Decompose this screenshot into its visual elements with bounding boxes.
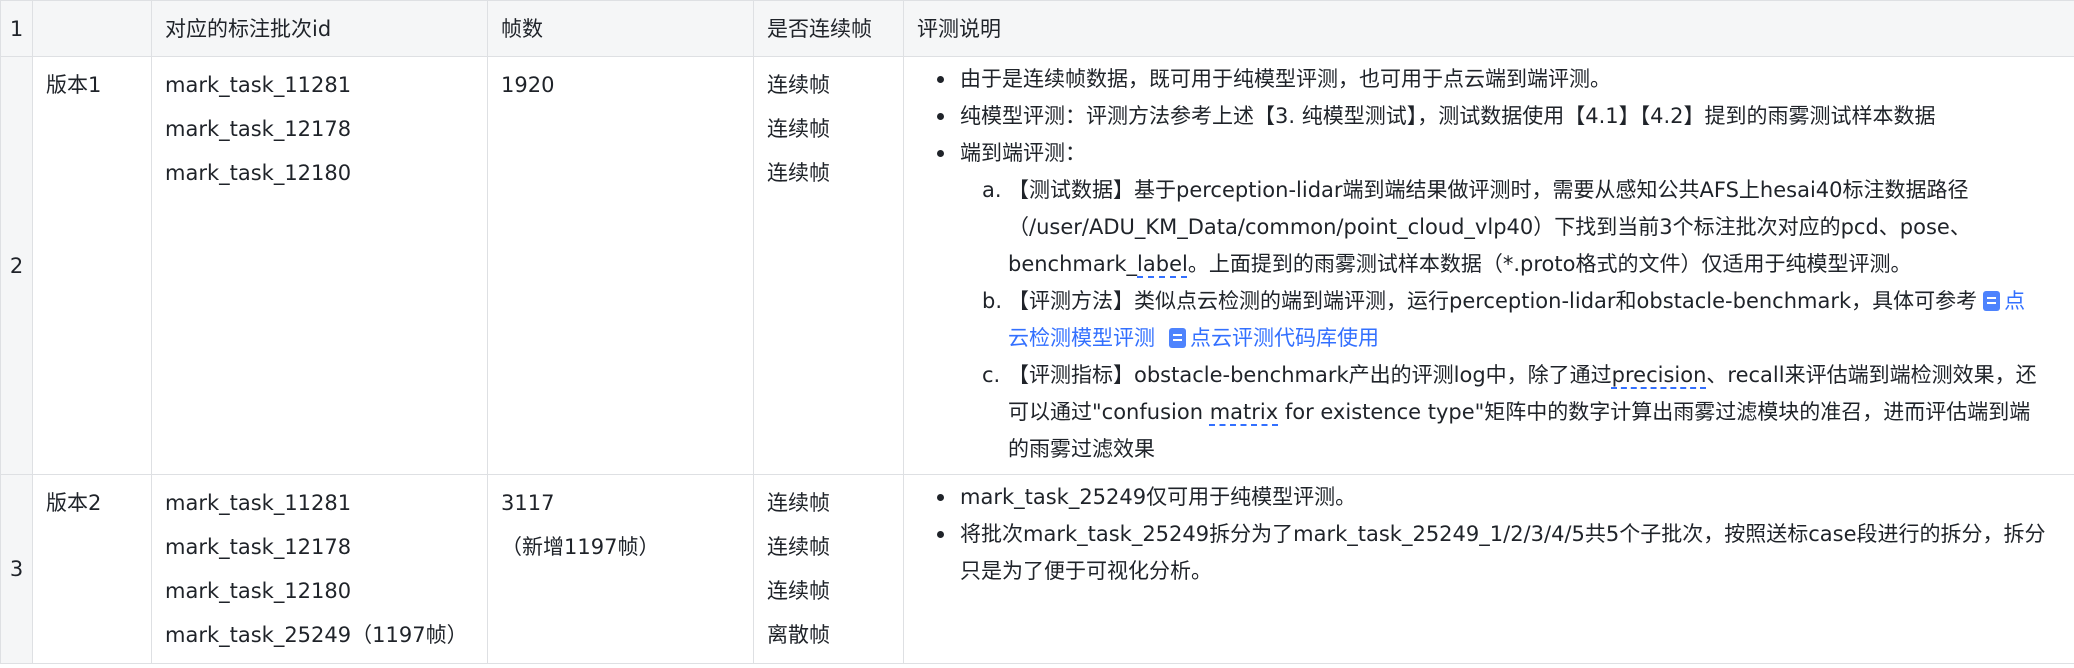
header-row: 1 对应的标注批次id 帧数 是否连续帧 评测说明 xyxy=(0,0,2074,57)
row-number[interactable]: 1 xyxy=(0,0,33,57)
spellcheck-word: precision xyxy=(1611,363,1707,387)
text-line: 可以通过"confusion matrix for existence type… xyxy=(1008,394,2060,431)
doc-link-point-cloud-eval[interactable]: 云检测模型评测 xyxy=(1008,326,1155,350)
row-number[interactable]: 3 xyxy=(0,474,33,664)
header-batch-id[interactable]: 对应的标注批次id xyxy=(151,0,488,57)
continuous-cell[interactable]: 连续帧 连续帧 连续帧 xyxy=(753,56,904,475)
text-span: for existence type"矩阵中的数字计算出雨雾过滤模块的准召，进而… xyxy=(1278,400,2031,424)
list-item: 由于是连续帧数据，既可用于纯模型评测，也可用于点云端到端评测。 xyxy=(918,61,2060,98)
version-cell[interactable]: 版本1 xyxy=(32,56,152,475)
text-line: benchmark_label。上面提到的雨雾测试样本数据（*.proto格式的… xyxy=(1008,246,2060,283)
frame-count-note: （新增1197帧） xyxy=(501,535,660,559)
version-label: 版本2 xyxy=(46,491,102,515)
continuous-cell[interactable]: 连续帧 连续帧 连续帧 离散帧 xyxy=(753,474,904,664)
batch-id: mark_task_12178 xyxy=(165,535,352,559)
continuous-value: 连续帧 xyxy=(767,579,830,603)
header-frames[interactable]: 帧数 xyxy=(487,0,754,57)
version-cell[interactable]: 版本2 xyxy=(32,474,152,664)
text-line: 【评测指标】obstacle-benchmark产出的评测log中，除了通过pr… xyxy=(1008,357,2060,394)
sub-list: a. 【测试数据】基于perception-lidar端到端结果做评测时，需要从… xyxy=(918,172,2060,468)
evaluation-table: 1 对应的标注批次id 帧数 是否连续帧 评测说明 2 版本1 mark_tas… xyxy=(0,0,2074,664)
frames-cell[interactable]: 1920 xyxy=(487,56,754,475)
frame-count: 1920 xyxy=(501,73,555,97)
version-label: 版本1 xyxy=(46,73,102,97)
doc-link-point-cloud-eval[interactable]: 点 xyxy=(2004,289,2025,313)
text-span: 【评测指标】obstacle-benchmark产出的评测log中，除了通过 xyxy=(1008,363,1612,387)
text-span: 【评测方法】类似点云检测的端到端评测，运行perception-lidar和ob… xyxy=(1008,289,1978,313)
frames-cell[interactable]: 3117 （新增1197帧） xyxy=(487,474,754,664)
doc-link-eval-code-repo[interactable]: 点云评测代码库使用 xyxy=(1190,326,1379,350)
sub-list-item: c. 【评测指标】obstacle-benchmark产出的评测log中，除了通… xyxy=(918,357,2060,468)
batch-id: mark_task_12180 xyxy=(165,579,352,603)
continuous-value: 离散帧 xyxy=(767,623,830,647)
row-number[interactable]: 2 xyxy=(0,56,33,475)
text-line: 将批次mark_task_25249拆分为了mark_task_25249_1/… xyxy=(960,522,2046,546)
frame-count: 3117 xyxy=(501,491,555,515)
header-continuous[interactable]: 是否连续帧 xyxy=(753,0,904,57)
spellcheck-word: matrix xyxy=(1209,400,1279,424)
bullet-list: 由于是连续帧数据，既可用于纯模型评测，也可用于点云端到端评测。 纯模型评测：评测… xyxy=(918,61,2060,172)
continuous-value: 连续帧 xyxy=(767,73,830,97)
text-line: 的雨雾过滤效果 xyxy=(1008,437,1155,461)
text-span: 可以通过"confusion xyxy=(1008,400,1210,424)
text-span: benchmark_ xyxy=(1008,252,1138,276)
batch-id: mark_task_12178 xyxy=(165,117,352,141)
sub-list-marker: c. xyxy=(982,363,1001,387)
batch-id-cell[interactable]: mark_task_11281 mark_task_12178 mark_tas… xyxy=(151,56,488,475)
header-description[interactable]: 评测说明 xyxy=(903,0,2074,57)
bullet-list: mark_task_25249仅可用于纯模型评测。 将批次mark_task_2… xyxy=(918,479,2060,590)
text-line: 【评测方法】类似点云检测的端到端评测，运行perception-lidar和ob… xyxy=(1008,283,2060,320)
text-line: 【测试数据】基于perception-lidar端到端结果做评测时，需要从感知公… xyxy=(1008,178,1969,202)
header-version-cell[interactable] xyxy=(32,0,152,57)
batch-id: mark_task_25249（1197帧） xyxy=(165,623,468,647)
list-item: mark_task_25249仅可用于纯模型评测。 xyxy=(918,479,2060,516)
text-line: 只是为了便于可视化分析。 xyxy=(960,559,1212,583)
text-span: 、recall来评估端到端检测效果，还 xyxy=(1706,363,2037,387)
description-cell[interactable]: 由于是连续帧数据，既可用于纯模型评测，也可用于点云端到端评测。 纯模型评测：评测… xyxy=(903,56,2074,475)
sub-list-marker: b. xyxy=(982,289,1003,313)
list-item: 纯模型评测：评测方法参考上述【3. 纯模型测试】，测试数据使用【4.1】【4.2… xyxy=(918,98,2060,135)
continuous-value: 连续帧 xyxy=(767,117,830,141)
batch-id: mark_task_12180 xyxy=(165,161,352,185)
table-row: 2 版本1 mark_task_11281 mark_task_12178 ma… xyxy=(0,56,2074,475)
document-icon xyxy=(1169,328,1186,348)
continuous-value: 连续帧 xyxy=(767,535,830,559)
spreadsheet: 1 对应的标注批次id 帧数 是否连续帧 评测说明 2 版本1 mark_tas… xyxy=(0,0,2074,668)
text-span: 。上面提到的雨雾测试样本数据（*.proto格式的文件）仅适用于纯模型评测。 xyxy=(1187,252,1912,276)
continuous-value: 连续帧 xyxy=(767,491,830,515)
list-item: 端到端评测： xyxy=(918,135,2060,172)
text-line: 云检测模型评测 点云评测代码库使用 xyxy=(1008,320,2060,357)
spellcheck-word: label xyxy=(1137,252,1188,276)
document-icon xyxy=(1983,291,2001,311)
sub-list-item: a. 【测试数据】基于perception-lidar端到端结果做评测时，需要从… xyxy=(918,172,2060,283)
description-cell[interactable]: mark_task_25249仅可用于纯模型评测。 将批次mark_task_2… xyxy=(903,474,2074,664)
continuous-value: 连续帧 xyxy=(767,161,830,185)
sub-list-marker: a. xyxy=(982,178,1002,202)
batch-id: mark_task_11281 xyxy=(165,73,352,97)
batch-id: mark_task_11281 xyxy=(165,491,352,515)
table-row: 3 版本2 mark_task_11281 mark_task_12178 ma… xyxy=(0,474,2074,664)
text-line: （/user/ADU_KM_Data/common/point_cloud_vl… xyxy=(1008,215,1971,239)
list-item-text: 端到端评测： xyxy=(960,141,1086,165)
sub-list-item: b. 【评测方法】类似点云检测的端到端评测，运行perception-lidar… xyxy=(918,283,2060,357)
batch-id-cell[interactable]: mark_task_11281 mark_task_12178 mark_tas… xyxy=(151,474,488,664)
list-item: 将批次mark_task_25249拆分为了mark_task_25249_1/… xyxy=(918,516,2060,590)
